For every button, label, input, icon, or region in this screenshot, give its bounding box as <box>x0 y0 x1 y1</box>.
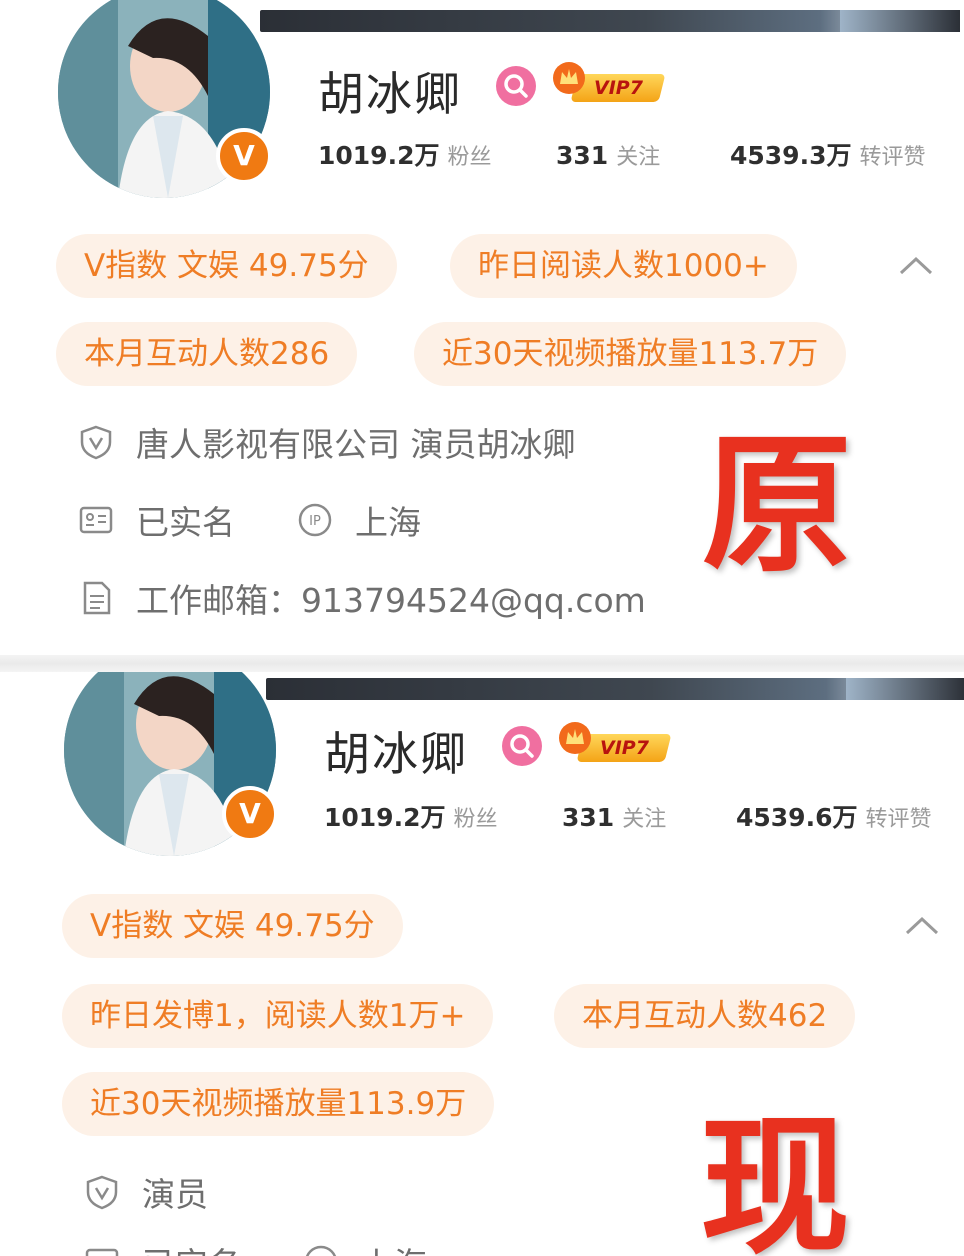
chip-yesterday-reads[interactable]: 昨日阅读人数1000+ <box>450 234 797 298</box>
stat-following[interactable]: 331 关注 <box>562 801 736 833</box>
profile-name: 胡冰卿 <box>324 727 468 781</box>
realname-text: 已实名 <box>136 503 235 542</box>
ip-icon <box>303 1244 339 1256</box>
ip-location-text: 上海 <box>355 503 421 542</box>
following-count: 331 <box>562 803 615 832</box>
ip-location-text: 上海 <box>361 1238 427 1256</box>
stamp-current: 现 <box>700 1099 851 1256</box>
likes-count: 4539.3万 <box>730 141 852 170</box>
profile-panel-original: V 胡冰卿 VIP7 1019.2万 粉丝 331 关注 4539.3万 转评赞… <box>0 0 964 655</box>
verification-row: 唐人影视有限公司 演员胡冰卿 <box>78 418 576 466</box>
stamp-original: 原 <box>702 417 853 593</box>
chip-video-plays[interactable]: 近30天视频播放量113.7万 <box>414 322 847 386</box>
chip-yesterday-posts-reads[interactable]: 昨日发博1，阅读人数1万+ <box>62 984 494 1048</box>
likes-count: 4539.6万 <box>736 803 858 832</box>
chip-v-index[interactable]: V指数 文娱 49.75分 <box>62 894 403 958</box>
following-label: 关注 <box>616 145 661 170</box>
email-row: 工作邮箱：913794524@qq.com <box>78 574 646 622</box>
followers-count: 1019.2万 <box>324 803 446 832</box>
svg-text:IP: IP <box>309 514 321 529</box>
verification-text: 唐人影视有限公司 演员胡冰卿 <box>136 425 576 464</box>
followers-count: 1019.2万 <box>318 141 440 170</box>
stat-followers[interactable]: 1019.2万 粉丝 <box>324 798 562 834</box>
realname-ip-row: 已实名 上海 <box>84 1238 427 1256</box>
chevron-up-icon[interactable] <box>904 914 940 936</box>
stats-row: 1019.2万 粉丝 331 关注 4539.3万 转评赞 <box>318 136 926 172</box>
shield-v-icon <box>84 1174 120 1210</box>
verification-text: 演员 <box>142 1175 208 1214</box>
chip-v-index[interactable]: V指数 文娱 49.75分 <box>56 234 397 298</box>
likes-label: 转评赞 <box>865 807 932 832</box>
verified-v-icon: V <box>222 786 278 842</box>
id-card-icon <box>84 1244 120 1256</box>
search-icon[interactable] <box>502 726 542 766</box>
following-label: 关注 <box>622 807 667 832</box>
realname-text: 已实名 <box>142 1238 241 1256</box>
document-icon <box>78 580 114 616</box>
stat-likes[interactable]: 4539.6万 转评赞 <box>736 798 932 834</box>
verification-row: 演员 <box>84 1168 208 1216</box>
stat-followers[interactable]: 1019.2万 粉丝 <box>318 136 556 172</box>
vip-label: VIP7 <box>600 737 649 759</box>
vip-label: VIP7 <box>594 77 643 99</box>
following-count: 331 <box>556 141 609 170</box>
chip-month-interactions[interactable]: 本月互动人数462 <box>554 984 856 1048</box>
vip-badge[interactable]: VIP7 <box>558 722 672 762</box>
crown-icon <box>553 62 585 94</box>
profile-panel-current: V 胡冰卿 VIP7 1019.2万 粉丝 331 关注 4539.6万 转评赞… <box>0 672 964 1256</box>
followers-label: 粉丝 <box>447 145 492 170</box>
ip-icon: IP <box>297 502 333 538</box>
likes-label: 转评赞 <box>859 145 926 170</box>
cover-banner <box>260 10 960 32</box>
shield-v-icon <box>78 424 114 460</box>
email-text[interactable]: 工作邮箱：913794524@qq.com <box>136 574 646 622</box>
stat-likes[interactable]: 4539.3万 转评赞 <box>730 136 926 172</box>
profile-name: 胡冰卿 <box>318 67 462 121</box>
followers-label: 粉丝 <box>453 807 498 832</box>
vip-badge[interactable]: VIP7 <box>552 62 666 102</box>
cover-banner <box>266 678 964 700</box>
realname-ip-row: 已实名 IP 上海 <box>78 496 421 544</box>
verified-v-icon: V <box>216 128 272 184</box>
chip-video-plays[interactable]: 近30天视频播放量113.9万 <box>62 1072 495 1136</box>
stat-following[interactable]: 331 关注 <box>556 139 730 171</box>
stats-row: 1019.2万 粉丝 331 关注 4539.6万 转评赞 <box>324 798 932 834</box>
search-icon[interactable] <box>496 66 536 106</box>
id-card-icon <box>78 502 114 538</box>
panel-divider <box>0 655 964 672</box>
chevron-up-icon[interactable] <box>898 254 934 276</box>
crown-icon <box>559 722 591 754</box>
chip-month-interactions[interactable]: 本月互动人数286 <box>56 322 358 386</box>
